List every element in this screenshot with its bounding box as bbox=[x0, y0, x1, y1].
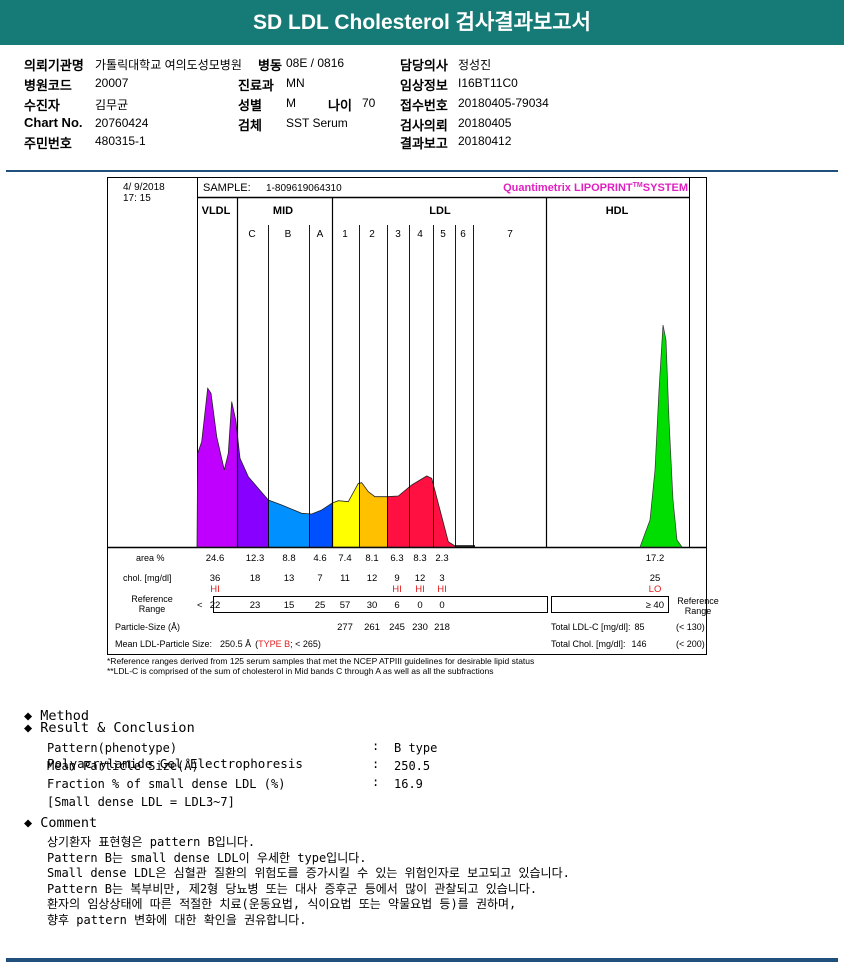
ref-value: 0 bbox=[417, 600, 422, 611]
chol-value: 9 bbox=[394, 573, 399, 584]
comment-line: 상기환자 표현형은 pattern B입니다. bbox=[47, 835, 256, 849]
group-vldl: VLDL bbox=[202, 205, 231, 217]
ref-label-right-2: Range bbox=[685, 606, 712, 616]
chol-value: 11 bbox=[340, 573, 350, 584]
band-label: 4 bbox=[417, 229, 423, 240]
result-label: Fraction % of small dense LDL (%) bbox=[47, 777, 286, 791]
band-label: 1 bbox=[342, 229, 348, 240]
area-value: 8.8 bbox=[282, 553, 295, 564]
total-ldl: Total LDL-C [mg/dl]: 85 bbox=[551, 622, 645, 632]
total-chol: Total Chol. [mg/dl]: 146 bbox=[551, 639, 647, 649]
chol-value: 12 bbox=[367, 573, 378, 584]
report-time: 17: 15 bbox=[123, 193, 151, 204]
total-chol-ref: (< 200) bbox=[676, 639, 705, 649]
chol-label: chol. [mg/dl] bbox=[123, 573, 172, 583]
ref-prefix: < bbox=[197, 600, 203, 611]
band-label: 5 bbox=[440, 229, 446, 240]
ref-value: 6 bbox=[394, 600, 399, 611]
comment-line: Pattern B는 복부비만, 제2형 당뇨병 또는 대사 증후군 등에서 많… bbox=[47, 881, 538, 896]
particle-size-value: 230 bbox=[412, 622, 428, 633]
group-mid: MID bbox=[273, 205, 293, 217]
result-note: [Small dense LDL = LDL3~7] bbox=[47, 795, 235, 809]
area-value: 8.1 bbox=[365, 553, 378, 564]
ref-value: 15 bbox=[284, 600, 295, 611]
band-label: A bbox=[317, 229, 324, 240]
area-value: 12.3 bbox=[246, 553, 265, 564]
result-value: 250.5 bbox=[394, 759, 431, 773]
ref-label: Reference bbox=[131, 594, 173, 604]
band-label: 6 bbox=[460, 229, 466, 240]
hi-flag: HI bbox=[437, 584, 447, 595]
chol-value: 3 bbox=[439, 573, 444, 584]
comment-heading: ◆ Comment bbox=[24, 815, 98, 831]
ref-value: 22 bbox=[210, 600, 221, 611]
ref-value: 0 bbox=[439, 600, 444, 611]
chol-value: 7 bbox=[317, 573, 322, 584]
particle-size-value: 261 bbox=[364, 622, 380, 633]
hi-flag: HI bbox=[415, 584, 425, 595]
band-label: B bbox=[285, 229, 292, 240]
ref-label-2: Range bbox=[139, 604, 166, 614]
band-label: 3 bbox=[395, 229, 401, 240]
hi-flag: HI bbox=[392, 584, 402, 595]
colon: : bbox=[372, 739, 380, 753]
hi-flag: HI bbox=[210, 584, 220, 595]
lo-flag: LO bbox=[649, 584, 662, 595]
result-label: Pattern(phenotype) bbox=[47, 741, 178, 755]
ref-value: 25 bbox=[315, 600, 326, 611]
area-value: 2.3 bbox=[435, 553, 448, 564]
chol-value: 18 bbox=[250, 573, 261, 584]
area-label: area % bbox=[136, 553, 165, 563]
sample-id: 1-809619064310 bbox=[266, 183, 342, 194]
result-value: B type bbox=[394, 741, 438, 755]
chol-value: 36 bbox=[210, 573, 221, 584]
chol-hdl: 25 bbox=[650, 573, 661, 584]
psize-label: Particle-Size (Å) bbox=[115, 622, 180, 632]
particle-size-value: 218 bbox=[434, 622, 450, 633]
ref-value: 23 bbox=[250, 600, 261, 611]
colon: : bbox=[372, 775, 380, 789]
area-hdl: 17.2 bbox=[646, 553, 665, 564]
footnote-1: *Reference ranges derived from 125 serum… bbox=[107, 656, 534, 666]
area-value: 8.3 bbox=[413, 553, 426, 564]
chol-value: 13 bbox=[284, 573, 295, 584]
group-ldl: LDL bbox=[429, 205, 451, 217]
footnote-2: **LDL-C is comprised of the sum of chole… bbox=[107, 666, 493, 676]
group-hdl: HDL bbox=[606, 205, 629, 217]
diamond-icon: ◆ bbox=[24, 815, 41, 831]
area-value: 24.6 bbox=[206, 553, 225, 564]
lipoprint-chart: 4/ 9/2018 17: 15 SAMPLE: 1-809619064310 … bbox=[107, 177, 719, 676]
diamond-icon: ◆ bbox=[24, 720, 41, 736]
result-value: 16.9 bbox=[394, 777, 423, 791]
chol-value: 12 bbox=[415, 573, 426, 584]
colon: : bbox=[372, 757, 380, 771]
comment-line: Small dense LDL은 심혈관 질환의 위험도를 증가시킬 수 있는 … bbox=[47, 866, 570, 880]
band-label: 2 bbox=[369, 229, 375, 240]
system-brand: Quantimetrix LIPOPRINTTMSYSTEM bbox=[503, 182, 688, 194]
bottom-divider bbox=[6, 958, 838, 962]
particle-size-value: 277 bbox=[337, 622, 353, 633]
total-ldl-ref: (< 130) bbox=[676, 622, 705, 632]
sample-label: SAMPLE: bbox=[203, 182, 251, 194]
area-value: 6.3 bbox=[390, 553, 403, 564]
ref-value: 30 bbox=[367, 600, 378, 611]
band-label: C bbox=[248, 229, 255, 240]
ref-label-right: Reference bbox=[677, 596, 719, 606]
area-value: 7.4 bbox=[338, 553, 351, 564]
ref-hdl: ≥ 40 bbox=[646, 600, 664, 611]
comment-line: 향후 pattern 변화에 대한 확인을 권유합니다. bbox=[47, 912, 307, 927]
area-value: 4.6 bbox=[313, 553, 326, 564]
particle-size-value: 245 bbox=[389, 622, 405, 633]
comment-line: Pattern B는 small dense LDL이 우세한 type입니다. bbox=[47, 850, 367, 865]
ref-value: 57 bbox=[340, 600, 351, 611]
result-heading: ◆ Result & Conclusion bbox=[24, 720, 195, 736]
band-label: 7 bbox=[507, 229, 513, 240]
report-date: 4/ 9/2018 bbox=[123, 182, 165, 193]
result-label: Mean Particle Size(Å) bbox=[47, 759, 199, 773]
comment-line: 환자의 임상상태에 따른 적절한 치료(운동요법, 식이요법 또는 약물요법 등… bbox=[47, 897, 517, 911]
